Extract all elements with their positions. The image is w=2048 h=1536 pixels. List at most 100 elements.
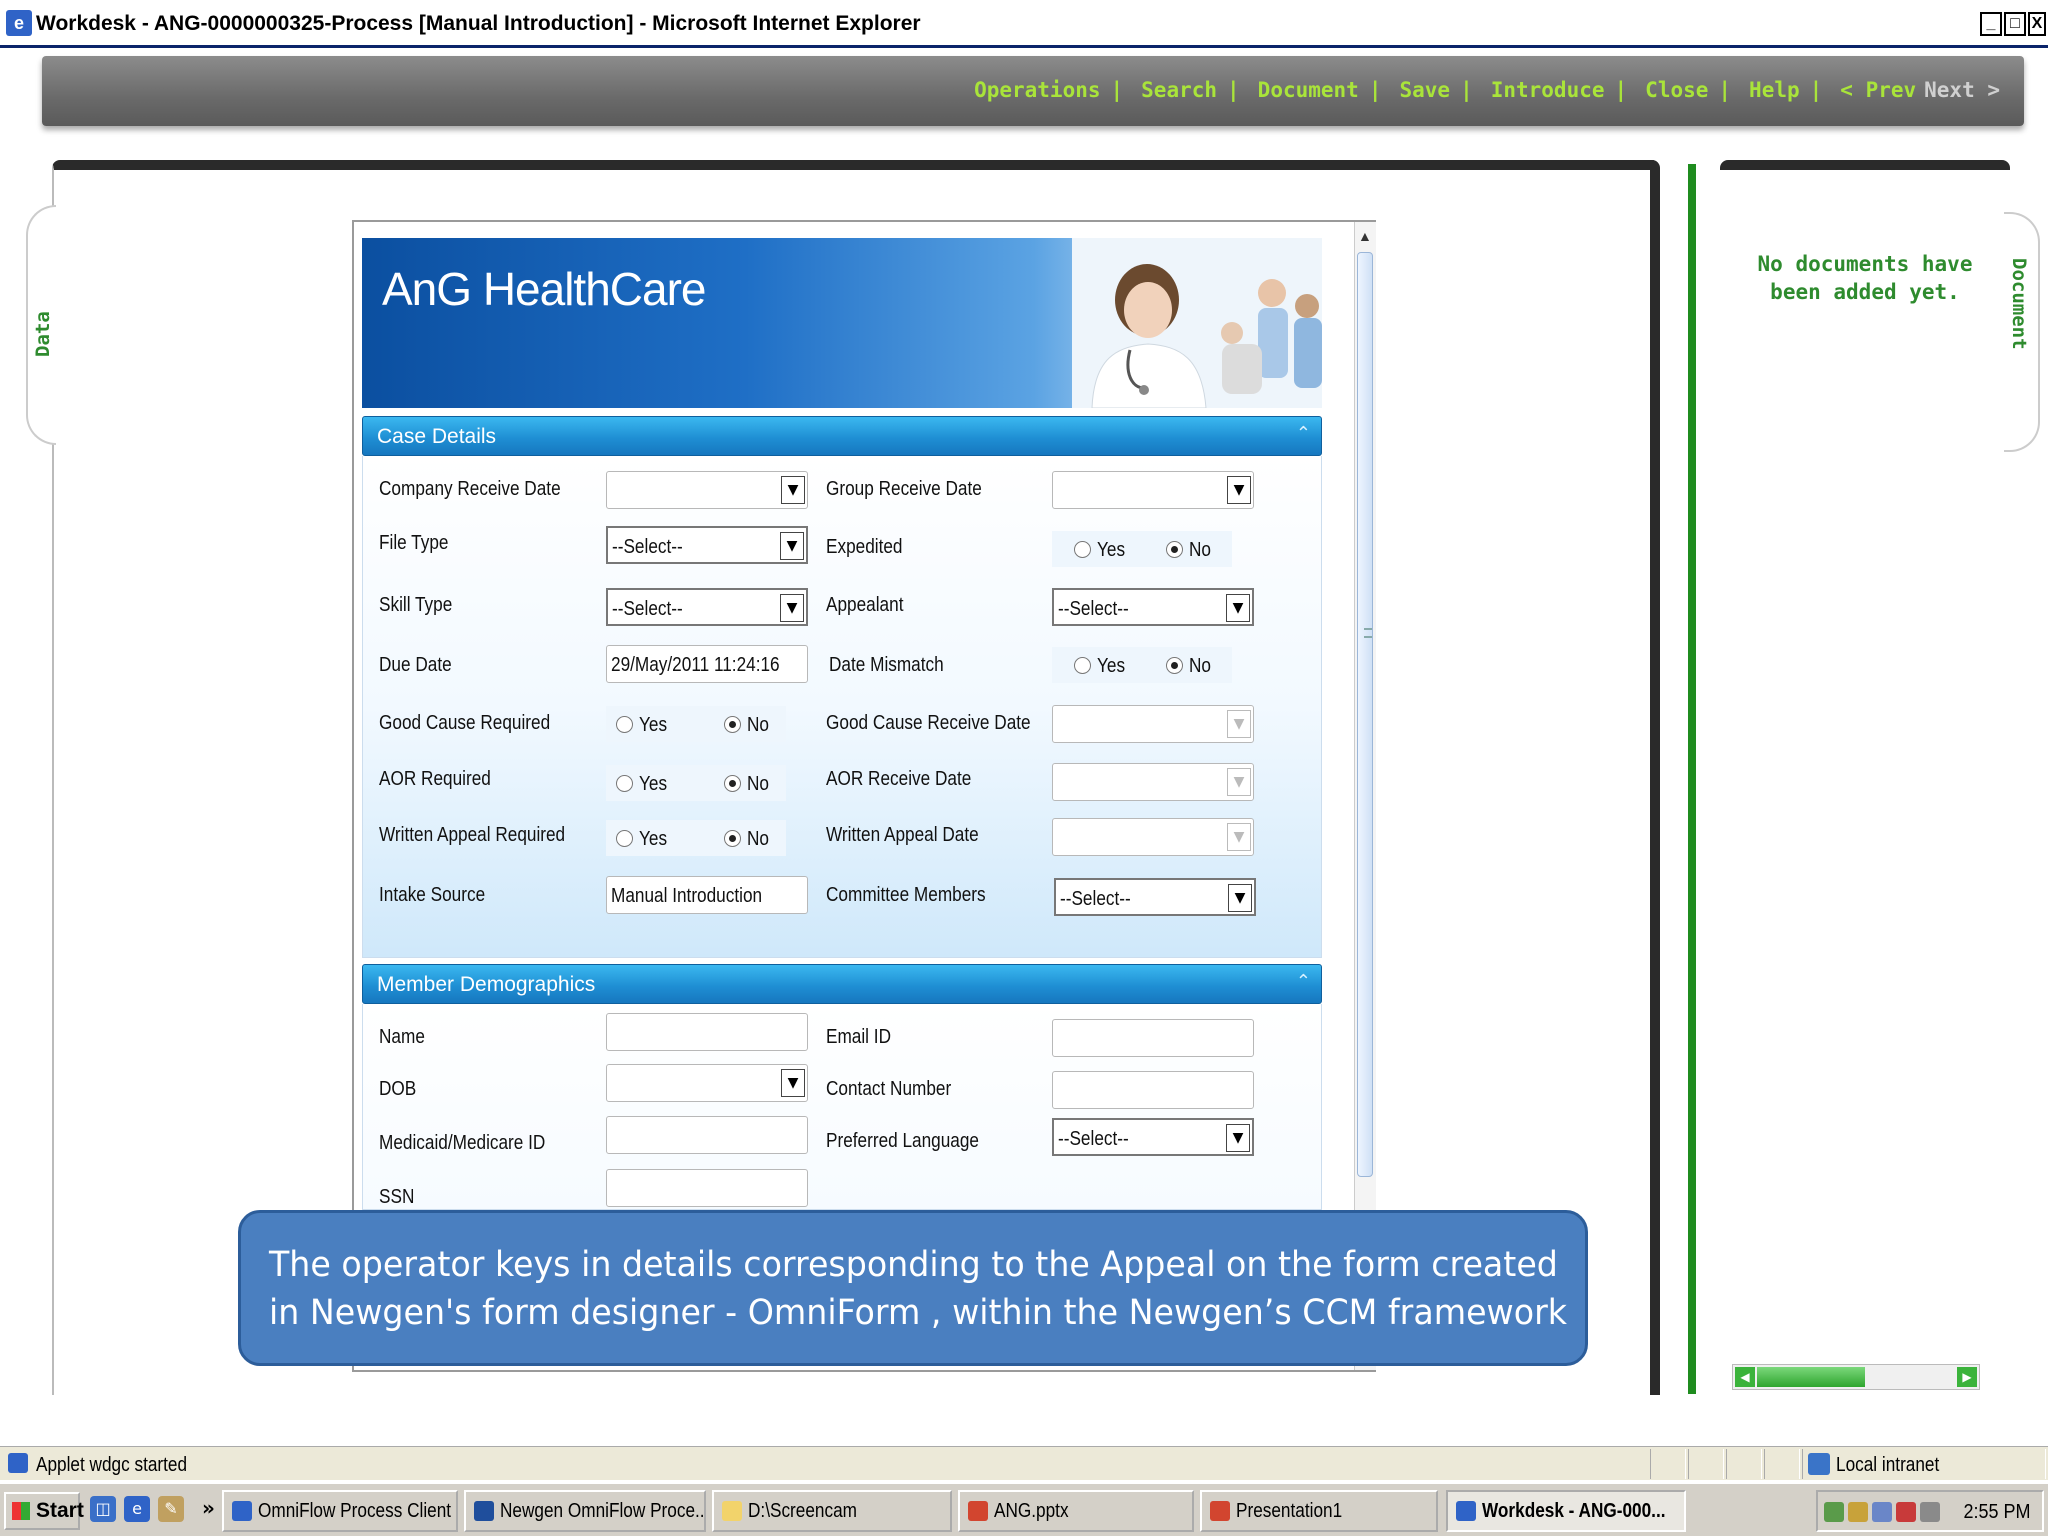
dropdown-arrow-icon[interactable]: ▼ [1228,884,1252,912]
aor-yes-radio[interactable]: Yes [616,773,672,796]
taskbar-item-workdesk[interactable]: Workdesk - ANG-000... [1446,1490,1686,1532]
aor-no-radio[interactable]: No [724,773,773,796]
case-details-header[interactable]: Case Details ⌃ [362,416,1322,456]
toolbar-search[interactable]: Search [1141,78,1217,102]
radio-selected-icon [724,716,741,733]
dob-picker[interactable]: ▼ [606,1064,808,1102]
scrollbar-thumb[interactable] [1757,1367,1865,1387]
panel-divider[interactable] [1688,164,1696,1394]
file-type-select[interactable]: --Select-- ▼ [606,526,808,564]
good-cause-no-radio[interactable]: No [724,714,773,737]
written-appeal-yes-radio[interactable]: Yes [616,828,672,851]
intake-source-field[interactable]: Manual Introduction [606,876,808,914]
minimize-button[interactable]: _ [1980,12,2002,36]
tray-app-icon[interactable] [1920,1502,1940,1522]
scrollbar-thumb[interactable] [1357,252,1373,1177]
quicklaunch-app-icon[interactable]: ✎ [158,1496,184,1522]
show-desktop-icon[interactable]: ◫ [90,1496,116,1522]
scroll-right-icon[interactable]: ▶ [1957,1367,1977,1387]
scroll-up-icon[interactable]: ▲ [1358,228,1372,244]
good-cause-receive-date-picker[interactable]: ▼ [1052,705,1254,743]
dropdown-arrow-icon[interactable]: ▼ [780,532,804,560]
toolbar-operations[interactable]: Operations [974,78,1100,102]
form-vertical-scrollbar[interactable]: ▲ [1354,222,1376,1370]
radio-selected-icon [1166,541,1183,558]
ssn-input[interactable] [606,1169,808,1207]
taskbar-item-presentation1[interactable]: Presentation1 [1200,1490,1438,1532]
toolbar-prev[interactable]: < Prev [1840,78,1916,102]
dropdown-arrow-icon[interactable]: ▼ [1226,594,1250,622]
committee-members-select[interactable]: --Select-- ▼ [1054,878,1256,916]
tray-app-icon[interactable] [1848,1502,1868,1522]
expedited-yes-radio[interactable]: Yes [1074,539,1130,562]
taskbar-item-screencam-folder[interactable]: D:\Screencam [712,1490,952,1532]
dropdown-arrow-icon[interactable]: ▼ [1227,710,1251,738]
app-window-icon [474,1501,494,1521]
close-window-button[interactable]: X [2028,12,2046,36]
toolbar-close[interactable]: Close [1645,78,1708,102]
toolbar-save[interactable]: Save [1399,78,1450,102]
dropdown-arrow-icon[interactable]: ▼ [1227,768,1251,796]
name-input[interactable] [606,1013,808,1051]
toolbar-document[interactable]: Document [1258,78,1359,102]
aor-required-radio-group: Yes No [606,765,786,801]
dropdown-arrow-icon[interactable]: ▼ [1227,476,1251,504]
start-button[interactable]: Start [4,1492,84,1530]
date-mismatch-yes-radio[interactable]: Yes [1074,655,1130,678]
company-receive-date-picker[interactable]: ▼ [606,471,808,509]
name-label: Name [379,1026,425,1048]
taskbar-item-newgen-omniflow[interactable]: Newgen OmniFlow Proce... [464,1490,706,1532]
date-mismatch-no-radio[interactable]: No [1166,655,1215,678]
toolbar-help[interactable]: Help [1749,78,1800,102]
tray-app-icon[interactable] [1872,1502,1892,1522]
good-cause-yes-radio[interactable]: Yes [616,714,672,737]
ie-icon [232,1501,252,1521]
written-appeal-required-label: Written Appeal Required [379,824,566,846]
email-id-input[interactable] [1052,1019,1254,1057]
tray-network-icon[interactable] [1824,1502,1844,1522]
maximize-button[interactable]: □ [2004,12,2026,36]
skill-type-select[interactable]: --Select-- ▼ [606,588,808,626]
toolbar-separator: | [1368,78,1382,102]
toolbar-introduce[interactable]: Introduce [1491,78,1605,102]
radio-selected-icon [724,775,741,792]
group-receive-date-picker[interactable]: ▼ [1052,471,1254,509]
taskbar-item-label: OmniFlow Process Client ... [258,1500,458,1522]
data-side-tab[interactable]: Data [26,205,56,445]
dropdown-arrow-icon[interactable]: ▼ [1227,823,1251,851]
member-demographics-header[interactable]: Member Demographics ⌃ [362,964,1322,1004]
aor-receive-date-picker[interactable]: ▼ [1052,763,1254,801]
dropdown-arrow-icon[interactable]: ▼ [780,594,804,622]
written-appeal-no-radio[interactable]: No [724,828,773,851]
tray-alert-icon[interactable] [1896,1502,1916,1522]
written-appeal-date-picker[interactable]: ▼ [1052,818,1254,856]
medicaid-medicare-id-input[interactable] [606,1116,808,1154]
expedited-no-radio[interactable]: No [1166,539,1215,562]
taskbar-item-label: Presentation1 [1236,1500,1343,1522]
taskbar-item-omniflow-client[interactable]: OmniFlow Process Client ... [222,1490,458,1532]
due-date-value: 29/May/2011 11:24:16 [611,654,780,676]
documents-panel: No documents have been added yet. [1720,160,2010,1395]
dropdown-arrow-icon[interactable]: ▼ [1226,1124,1250,1152]
due-date-field[interactable]: 29/May/2011 11:24:16 [606,645,808,683]
aor-required-label: AOR Required [379,768,491,790]
radio-selected-icon [724,830,741,847]
quicklaunch-more-icon[interactable]: » [202,1496,215,1520]
collapse-icon[interactable]: ⌃ [1296,423,1311,444]
scroll-left-icon[interactable]: ◀ [1735,1367,1755,1387]
document-side-tab[interactable]: Document [2004,212,2040,452]
dropdown-arrow-icon[interactable]: ▼ [781,1069,805,1097]
toolbar-separator: | [1809,78,1823,102]
toolbar-separator: | [1460,78,1473,102]
documents-horizontal-scrollbar[interactable]: ◀ ▶ [1732,1364,1980,1390]
preferred-language-select[interactable]: --Select-- ▼ [1052,1118,1254,1156]
collapse-icon[interactable]: ⌃ [1296,971,1311,992]
radio-label: No [1189,655,1211,677]
toolbar-next[interactable]: Next > [1924,78,2000,102]
caption-line-2: in Newgen's form designer - OmniForm , w… [269,1293,1568,1333]
ie-quicklaunch-icon[interactable]: e [124,1496,150,1522]
contact-number-input[interactable] [1052,1071,1254,1109]
dropdown-arrow-icon[interactable]: ▼ [781,476,805,504]
taskbar-item-ang-pptx[interactable]: ANG.pptx [958,1490,1194,1532]
appealant-select[interactable]: --Select-- ▼ [1052,588,1254,626]
